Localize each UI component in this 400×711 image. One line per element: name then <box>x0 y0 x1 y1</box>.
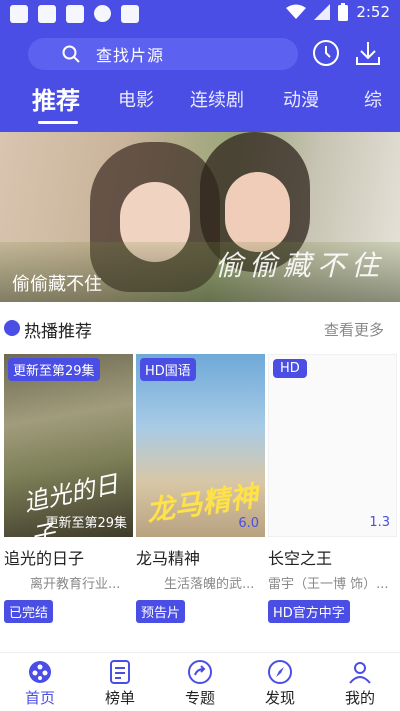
quality-badge: HD国语 <box>140 358 196 381</box>
update-badge: 更新至第29集 <box>8 358 100 381</box>
poster-rating: 1.3 <box>369 515 390 530</box>
poster-episode-info: 更新至第29集 <box>45 516 127 531</box>
nav-label: 榜单 <box>104 689 135 707</box>
video-card[interactable]: 龙马精神 HD国语 6.0 龙马精神 生活落魄的武... 预告片 <box>136 354 265 623</box>
nav-profile[interactable]: 我的 <box>330 659 390 708</box>
image-icon <box>38 5 56 23</box>
poster-image[interactable]: 龙马精神 HD国语 6.0 <box>136 354 265 537</box>
user-icon <box>349 662 371 684</box>
tab-movies[interactable]: 电影 <box>118 86 154 112</box>
video-card[interactable]: HD 1.3 长空之王 雷宇（王一博 饰）... HD官方中字 <box>268 354 397 623</box>
nav-home[interactable]: 首页 <box>10 659 70 708</box>
see-more-link[interactable]: 查看更多 <box>324 319 384 340</box>
app-header: 2:52 查找片源 推荐 电影 连续剧 动漫 综 <box>0 0 400 132</box>
download-button[interactable] <box>353 38 383 68</box>
status-bar: 2:52 <box>0 0 400 28</box>
card-title: 龙马精神 <box>136 549 201 568</box>
card-subtitle: 生活落魄的武... <box>164 577 255 592</box>
card-subtitle: 离开教育行业... <box>30 577 121 592</box>
history-button[interactable] <box>311 38 341 68</box>
share-icon <box>188 660 212 684</box>
list-icon <box>110 660 130 684</box>
film-reel-icon <box>29 661 51 683</box>
bottom-navigation: 首页 榜单 专题 发现 我的 <box>0 652 400 711</box>
nav-label: 发现 <box>264 689 295 707</box>
status-tag: 已完结 <box>4 600 54 623</box>
clock-icon <box>313 40 339 66</box>
nav-ranking[interactable]: 榜单 <box>90 659 150 708</box>
lock-icon <box>66 5 84 23</box>
status-tag: HD官方中字 <box>268 600 350 623</box>
compass-icon <box>268 660 292 684</box>
shield-icon <box>94 5 111 22</box>
video-card[interactable]: 追光的日子 更新至第29集 更新至第29集 追光的日子 离开教育行业... 已完… <box>4 354 133 623</box>
poster-image[interactable]: 追光的日子 更新至第29集 更新至第29集 <box>4 354 133 537</box>
section-title: 热播推荐 <box>24 322 92 342</box>
tab-anime[interactable]: 动漫 <box>283 86 319 112</box>
card-subtitle: 雷宇（王一博 饰）... <box>268 577 389 592</box>
category-tabs: 推荐 电影 连续剧 动漫 综 <box>0 78 400 128</box>
nav-discover[interactable]: 发现 <box>250 659 310 708</box>
card-title: 追光的日子 <box>4 549 85 568</box>
hero-banner[interactable]: 偷偷藏不住 偷偷藏不住 <box>0 132 400 302</box>
hot-recommend-header: 热播推荐 查看更多 <box>0 314 400 344</box>
card-title: 长空之王 <box>268 549 333 568</box>
quality-badge: HD <box>273 359 307 378</box>
nav-label: 我的 <box>344 689 375 707</box>
search-input[interactable]: 查找片源 <box>28 38 298 70</box>
tab-recommend[interactable]: 推荐 <box>32 81 80 116</box>
battery-icon <box>338 3 349 21</box>
active-tab-indicator <box>38 121 78 124</box>
nav-label: 首页 <box>24 689 55 707</box>
banner-caption: 偷偷藏不住 <box>12 274 102 295</box>
status-time: 2:52 <box>356 3 390 21</box>
tab-variety[interactable]: 综 <box>364 86 382 112</box>
poster-image[interactable]: HD 1.3 <box>268 354 397 537</box>
search-placeholder: 查找片源 <box>96 46 165 65</box>
nav-topics[interactable]: 专题 <box>170 659 230 708</box>
wifi-icon <box>286 4 307 19</box>
poster-rating: 6.0 <box>238 516 259 531</box>
search-icon <box>62 45 80 63</box>
section-dot-icon <box>4 320 20 336</box>
app-icon <box>10 5 28 23</box>
tab-series[interactable]: 连续剧 <box>190 86 244 112</box>
status-tag: 预告片 <box>136 600 186 623</box>
signal-icon <box>314 4 331 20</box>
download-icon <box>356 42 380 65</box>
nav-label: 专题 <box>184 689 215 707</box>
font-icon <box>121 5 139 23</box>
banner-art-title: 偷偷藏不住 <box>215 249 386 282</box>
